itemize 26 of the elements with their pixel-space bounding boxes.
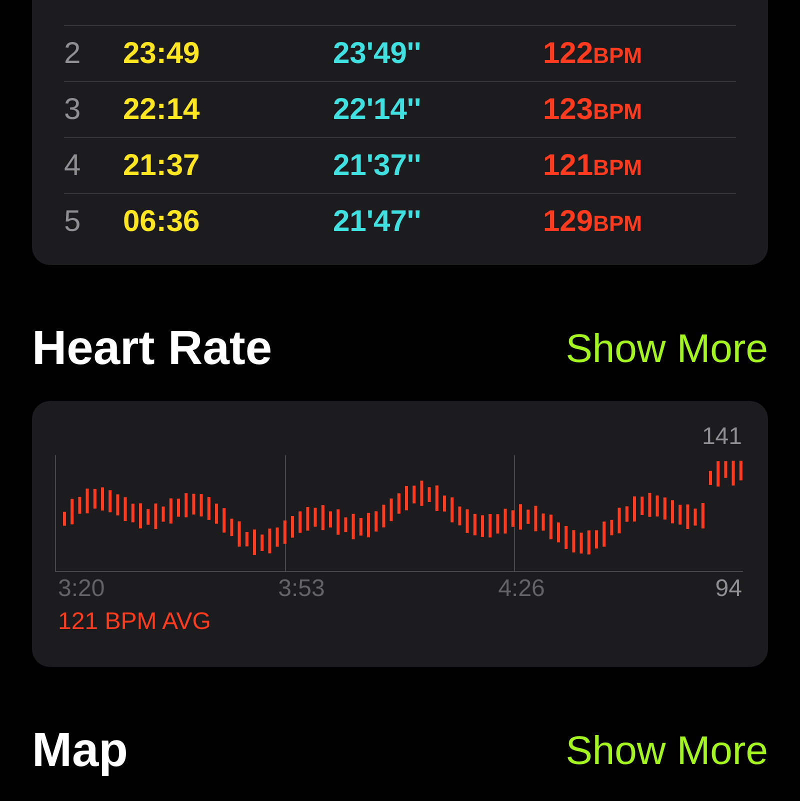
split-time: 21:37 xyxy=(123,148,201,184)
split-number: 4 xyxy=(64,148,82,184)
split-time: 23:49 xyxy=(123,36,201,72)
max-value: 141 xyxy=(702,425,742,449)
split-heart-rate: 129BPM xyxy=(543,204,642,240)
min-value: 94 xyxy=(715,577,742,601)
split-pace: 21'47'' xyxy=(333,204,422,240)
show-more-link[interactable]: Show More xyxy=(566,329,768,369)
split-number: 3 xyxy=(64,92,82,128)
time-axis-label: 4:26 xyxy=(497,577,546,601)
time-axis-label: 3:20 xyxy=(57,577,106,601)
split-heart-rate: 122BPM xyxy=(543,36,642,72)
time-axis-label: 3:53 xyxy=(277,577,326,601)
split-heart-rate: 121BPM xyxy=(543,148,642,184)
split-heart-rate: 123BPM xyxy=(543,92,642,128)
average-heart-rate: 121 BPM AVG xyxy=(57,610,212,634)
split-pace: 23'49'' xyxy=(333,36,422,72)
split-time: 06:36 xyxy=(123,204,201,240)
split-pace: 21'37'' xyxy=(333,148,422,184)
split-time: 22:14 xyxy=(123,92,201,128)
section-title: Heart Rate xyxy=(32,325,272,373)
split-number: 5 xyxy=(64,204,82,240)
split-number: 2 xyxy=(64,36,82,72)
section-title: Map xyxy=(32,727,128,775)
split-pace: 22'14'' xyxy=(333,92,422,128)
show-more-link[interactable]: Show More xyxy=(566,731,768,771)
